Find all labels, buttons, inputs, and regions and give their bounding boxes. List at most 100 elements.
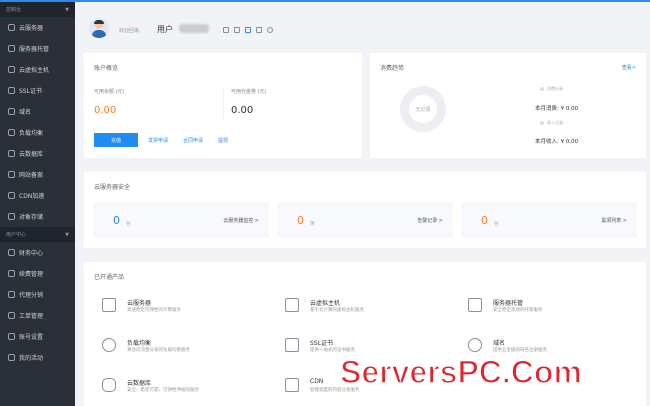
sidebar-item-label: 负载均衡 bbox=[19, 130, 44, 137]
card-title: 账户概览 bbox=[94, 65, 119, 72]
invoice-link[interactable]: 发票申请 bbox=[148, 137, 168, 144]
id-card-icon[interactable] bbox=[234, 27, 240, 33]
alert-records-link[interactable]: 告警记录 > bbox=[417, 217, 443, 224]
month-income: 本月收入: ¥ 0.00 bbox=[535, 139, 579, 145]
storage-icon bbox=[8, 213, 15, 220]
sidebar-item-record[interactable]: 网站备案 bbox=[0, 164, 75, 185]
record-icon bbox=[8, 171, 15, 178]
sidebar-section-console[interactable]: 控制台 ▼ bbox=[0, 2, 75, 17]
sidebar-item-ssl[interactable]: SSL证书 bbox=[0, 80, 75, 101]
product-desc: 高速稳定可弹性的计算服务 bbox=[127, 308, 181, 313]
product-desc: 将访问流量分发的负载均衡服务 bbox=[127, 348, 190, 353]
activity-icon bbox=[8, 354, 15, 361]
consumption-trend-card: 消费趋势 查看> 无记录 消费记录 本月消费: ¥ 0.00 收入记录 本月收入… bbox=[370, 53, 646, 158]
sidebar-item-label: CDN加速 bbox=[19, 193, 45, 200]
stat-unit: 台 bbox=[126, 221, 132, 227]
product-name: 负载均衡 bbox=[127, 340, 152, 347]
product-name: 云数据库 bbox=[127, 380, 152, 387]
sidebar-item-virtual-host[interactable]: 云虚拟主机 bbox=[0, 59, 75, 80]
sidebar-item-label: 账号设置 bbox=[19, 334, 44, 341]
sidebar-item-label: 域名 bbox=[19, 109, 32, 116]
legend-spend: 消费记录 bbox=[540, 86, 563, 92]
legend-income: 收入记录 bbox=[540, 120, 563, 126]
stat-value: 0 bbox=[113, 214, 120, 227]
sidebar-item-storage[interactable]: 对象存储 bbox=[0, 206, 75, 227]
ticket-icon bbox=[8, 312, 15, 319]
sidebar-item-agent[interactable]: 代理分销 bbox=[0, 284, 75, 305]
sidebar-item-label: 云虚拟主机 bbox=[19, 67, 50, 74]
user-badge-icon[interactable] bbox=[223, 27, 229, 33]
product-hosting[interactable]: 服务器托管 安全稳定高效的托管服务 bbox=[468, 295, 638, 323]
phone-icon[interactable] bbox=[245, 27, 251, 33]
chevron-down-icon: ▼ bbox=[65, 6, 69, 13]
legend-dot bbox=[540, 121, 544, 125]
contract-link[interactable]: 合同申请 bbox=[183, 137, 203, 144]
balance-value: 0.00 bbox=[94, 105, 117, 116]
main-content: 欢迎回来, 用户 账户概览 可用余额 (元) 0.00 可用代金券 (元) 0.… bbox=[75, 2, 650, 406]
sidebar-item-label: 云数据库 bbox=[19, 151, 44, 158]
product-desc: 提供五星级的域名注册服务 bbox=[493, 348, 547, 353]
welcome-text: 欢迎回来, bbox=[119, 28, 141, 34]
card-title: 已开通产品 bbox=[94, 274, 125, 281]
sidebar-item-database[interactable]: 云数据库 bbox=[0, 143, 75, 164]
product-desc: 基于云计算的虚拟主机服务 bbox=[310, 308, 364, 313]
withdraw-link[interactable]: 提现 bbox=[218, 137, 228, 144]
stat-unit: 条 bbox=[310, 221, 316, 227]
account-icon bbox=[8, 333, 15, 340]
sidebar-item-cloud-server[interactable]: 云服务器 bbox=[0, 17, 75, 38]
view-more-link[interactable]: 查看> bbox=[622, 64, 636, 71]
avatar[interactable] bbox=[89, 18, 109, 38]
server-monitor-link[interactable]: 云服务器监控 > bbox=[223, 217, 259, 224]
sidebar-item-ticket[interactable]: 工单管理 bbox=[0, 305, 75, 326]
database-icon bbox=[102, 378, 116, 392]
certificate-icon bbox=[285, 338, 299, 352]
sidebar-item-label: 对象存储 bbox=[19, 214, 44, 221]
product-name: 云虚拟主机 bbox=[310, 300, 341, 307]
sidebar-item-load-balance[interactable]: 负载均衡 bbox=[0, 122, 75, 143]
sidebar-item-finance[interactable]: 财务中心 bbox=[0, 242, 75, 263]
sidebar-section-user-center[interactable]: 用户中心 ▼ bbox=[0, 227, 75, 242]
chevron-down-icon: ▼ bbox=[65, 231, 69, 238]
sidebar-item-activity[interactable]: 我的活动 bbox=[0, 347, 75, 368]
sidebar-item-label: 网站备案 bbox=[19, 172, 44, 179]
stat-unit: 台 bbox=[494, 221, 500, 227]
blackhole-list-link[interactable]: 黑洞列表 > bbox=[601, 217, 627, 224]
sidebar-item-hosting[interactable]: 服务器托管 bbox=[0, 38, 75, 59]
account-overview-card: 账户概览 可用余额 (元) 0.00 可用代金券 (元) 0.00 充值 发票申… bbox=[84, 53, 362, 158]
voucher-value: 0.00 bbox=[231, 105, 254, 116]
mail-icon[interactable] bbox=[256, 27, 262, 33]
host-icon bbox=[8, 66, 15, 73]
finance-icon bbox=[8, 249, 15, 256]
sidebar-item-domain[interactable]: 域名 bbox=[0, 101, 75, 122]
sidebar-section-label: 用户中心 bbox=[6, 232, 27, 238]
sidebar-item-account[interactable]: 账号设置 bbox=[0, 326, 75, 347]
certificate-icon bbox=[8, 87, 15, 94]
card-title: 云服务器安全 bbox=[94, 184, 131, 191]
balance-icon bbox=[8, 129, 15, 136]
stat-monitor: 0 台 云服务器监控 > bbox=[93, 202, 269, 238]
divider bbox=[223, 87, 224, 121]
stat-alerts: 0 条 告警记录 > bbox=[277, 202, 453, 238]
product-name: 域名 bbox=[493, 340, 506, 347]
charge-button[interactable]: 充值 bbox=[94, 133, 138, 147]
sidebar-item-label: 服务器托管 bbox=[19, 46, 50, 53]
sidebar-item-label: SSL证书 bbox=[19, 88, 42, 95]
consumption-donut-chart: 无记录 bbox=[400, 86, 446, 132]
globe-icon bbox=[8, 108, 15, 115]
sidebar-item-label: 续费管理 bbox=[19, 271, 44, 278]
product-database[interactable]: 云数据库 安全、稳定可靠、可弹性伸缩的服务 bbox=[102, 375, 272, 403]
balance-label: 可用余额 (元) bbox=[94, 89, 125, 95]
product-cloud-server[interactable]: 云服务器 高速稳定可弹性的计算服务 bbox=[102, 295, 272, 323]
month-spend: 本月消费: ¥ 0.00 bbox=[535, 106, 579, 112]
product-load-balance[interactable]: 负载均衡 将访问流量分发的负载均衡服务 bbox=[102, 335, 272, 363]
agent-icon bbox=[8, 291, 15, 298]
product-desc: 安全稳定高效的托管服务 bbox=[493, 308, 543, 313]
sidebar-item-renew[interactable]: 续费管理 bbox=[0, 263, 75, 284]
product-virtual-host[interactable]: 云虚拟主机 基于云计算的虚拟主机服务 bbox=[285, 295, 455, 323]
database-icon bbox=[8, 150, 15, 157]
cdn-icon bbox=[285, 378, 299, 392]
settings-icon[interactable] bbox=[267, 27, 273, 33]
server-security-card: 云服务器安全 0 台 云服务器监控 > 0 条 告警记录 > 0 台 黑洞列表 … bbox=[84, 172, 646, 248]
product-name: 服务器托管 bbox=[493, 300, 524, 307]
sidebar-item-cdn[interactable]: CDN加速 bbox=[0, 185, 75, 206]
